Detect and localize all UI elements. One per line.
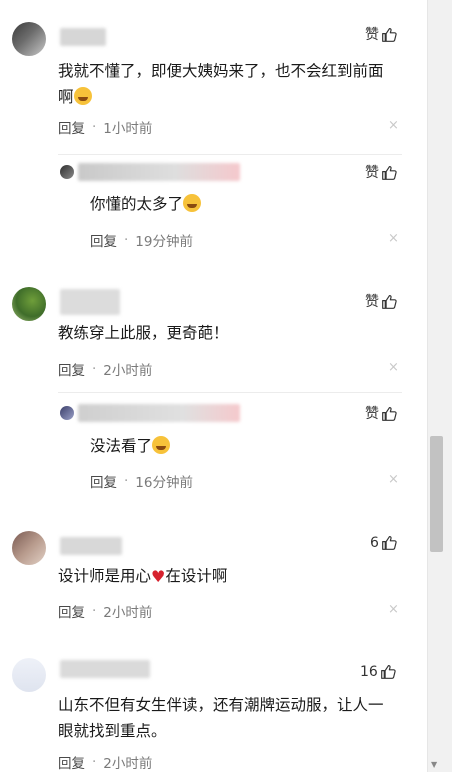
like-label: 赞: [365, 27, 379, 43]
username-blurred[interactable]: [60, 537, 122, 555]
reply-button[interactable]: 回复: [90, 471, 117, 491]
separator-dot: ·: [92, 603, 97, 619]
thumbs-up-icon: [382, 165, 397, 180]
close-icon[interactable]: ×: [388, 231, 399, 246]
separator-dot: ·: [92, 361, 97, 377]
reply-meta: 回复 · 19分钟前: [90, 230, 193, 250]
like-label: 赞: [365, 294, 379, 310]
like-label: 赞: [365, 406, 379, 422]
thumbs-up-icon: [382, 406, 397, 421]
like-button[interactable]: 赞: [365, 162, 398, 182]
timestamp: 19分钟前: [135, 234, 193, 250]
close-icon[interactable]: ×: [388, 118, 399, 133]
timestamp: 2小时前: [103, 363, 153, 379]
comment-meta: 回复 · 1小时前: [58, 117, 152, 137]
comment-item: 16 山东不但有女生伴读，还有潮牌运动服，让人一 眼就找到重点。 回复 · 2小…: [0, 640, 427, 772]
avatar[interactable]: [60, 165, 74, 179]
thumbs-up-icon: [382, 27, 397, 42]
reply-meta: 回复 · 16分钟前: [90, 471, 193, 491]
like-button[interactable]: 赞: [365, 24, 398, 44]
scrollbar-thumb[interactable]: [430, 436, 443, 552]
username-blurred[interactable]: [78, 163, 240, 181]
reply-item: 赞 没法看了 回复 · 16分钟前 ×: [0, 390, 427, 515]
separator-dot: ·: [124, 473, 129, 489]
reply-item: 赞 你懂的太多了 回复 · 19分钟前 ×: [0, 145, 427, 265]
comment-text: 山东不但有女生伴读，还有潮牌运动服，让人一 眼就找到重点。: [58, 692, 408, 744]
comment-item: 赞 我就不懂了，即便大姨妈来了，也不会红到前面 啊 回复 · 1小时前 ×: [0, 0, 427, 145]
comment-text: 我就不懂了，即便大姨妈来了，也不会红到前面 啊: [58, 58, 408, 110]
divider: [58, 392, 402, 393]
heart-emoji: ♥: [151, 567, 166, 586]
reply-button[interactable]: 回复: [58, 359, 85, 379]
like-count: 16: [360, 663, 378, 680]
username-blurred[interactable]: [78, 404, 240, 422]
close-icon[interactable]: ×: [388, 360, 399, 375]
comment-text-line1: 我就不懂了，即便大姨妈来了，也不会红到前面: [58, 62, 384, 80]
divider: [58, 154, 402, 155]
comment-meta: 回复 · 2小时前: [58, 752, 152, 772]
laughing-emoji: [152, 436, 171, 454]
laughing-emoji: [183, 194, 202, 212]
avatar[interactable]: [60, 406, 74, 420]
like-button[interactable]: 16: [360, 663, 397, 680]
separator-dot: ·: [92, 754, 97, 770]
avatar[interactable]: [12, 531, 46, 565]
avatar[interactable]: [12, 22, 46, 56]
separator-dot: ·: [92, 119, 97, 135]
comment-text-line2: 啊: [58, 84, 408, 110]
username-blurred[interactable]: [60, 660, 150, 678]
like-count: 6: [370, 534, 379, 551]
timestamp: 16分钟前: [135, 475, 193, 491]
reply-text: 你懂的太多了: [90, 191, 202, 217]
scroll-down-arrow-icon[interactable]: ▼: [431, 760, 437, 770]
comment-item: 赞 教练穿上此服，更奇葩！ 回复 · 2小时前 ×: [0, 265, 427, 390]
username-blurred[interactable]: [60, 28, 106, 46]
thumbs-up-icon: [382, 294, 397, 309]
comment-text-line2: 眼就找到重点。: [58, 722, 167, 740]
username-blurred[interactable]: [60, 289, 120, 315]
avatar[interactable]: [12, 287, 46, 321]
avatar[interactable]: [12, 658, 46, 692]
comment-text: 设计师是用心♥在设计啊: [58, 563, 227, 590]
thumbs-up-icon: [380, 664, 396, 679]
comment-text-line1: 山东不但有女生伴读，还有潮牌运动服，让人一: [58, 696, 384, 714]
reply-button[interactable]: 回复: [58, 752, 85, 772]
reply-button[interactable]: 回复: [58, 117, 85, 137]
reply-button[interactable]: 回复: [58, 601, 85, 621]
like-button[interactable]: 赞: [365, 291, 398, 311]
like-button[interactable]: 6: [370, 534, 398, 551]
timestamp: 2小时前: [103, 756, 153, 772]
like-button[interactable]: 赞: [365, 403, 398, 423]
comment-feed: 赞 我就不懂了，即便大姨妈来了，也不会红到前面 啊 回复 · 1小时前 × 赞 …: [0, 0, 427, 772]
timestamp: 1小时前: [103, 121, 153, 137]
close-icon[interactable]: ×: [388, 472, 399, 487]
comment-meta: 回复 · 2小时前: [58, 359, 152, 379]
close-icon[interactable]: ×: [388, 602, 399, 617]
thumbs-up-icon: [382, 535, 397, 550]
timestamp: 2小时前: [103, 605, 153, 621]
like-label: 赞: [365, 165, 379, 181]
reply-button[interactable]: 回复: [90, 230, 117, 250]
scrollbar[interactable]: ▼: [427, 0, 452, 772]
comment-item: 6 设计师是用心♥在设计啊 回复 · 2小时前 ×: [0, 515, 427, 640]
separator-dot: ·: [124, 232, 129, 248]
comment-meta: 回复 · 2小时前: [58, 601, 152, 621]
comment-text: 教练穿上此服，更奇葩！: [58, 324, 229, 342]
laughing-emoji: [73, 87, 92, 105]
reply-text: 没法看了: [90, 433, 171, 459]
